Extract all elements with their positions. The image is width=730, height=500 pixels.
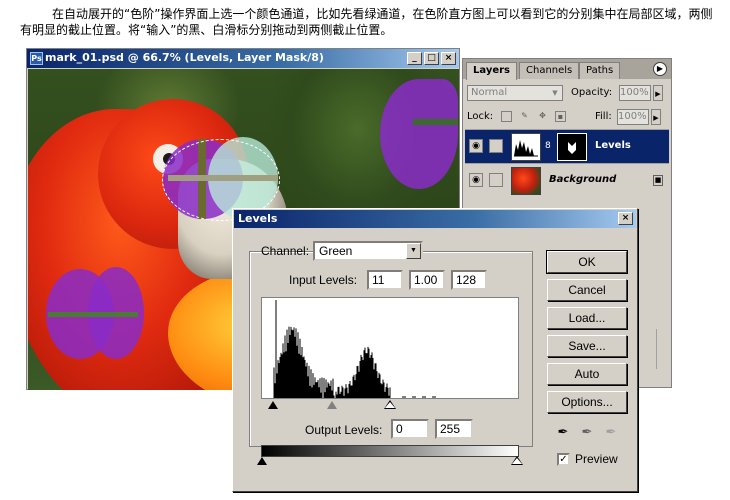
eye-icon[interactable]: ◉	[469, 139, 483, 153]
palette-scrollbar[interactable]	[656, 329, 670, 369]
lock-move-icon[interactable]: ✥	[537, 111, 548, 122]
background-thumbnail	[511, 167, 541, 195]
white-point-slider-fill	[385, 402, 395, 408]
channel-select[interactable]: Green ▼	[313, 241, 423, 261]
close-button[interactable]: ×	[441, 52, 456, 65]
adjustment-icon	[489, 139, 503, 153]
opacity-label: Opacity:	[571, 87, 613, 98]
chain-link-icon[interactable]: 8	[545, 141, 551, 151]
opacity-field[interactable]: 100%	[619, 85, 651, 101]
chevron-down-icon: ▼	[406, 243, 421, 259]
tab-layers[interactable]: Layers	[466, 62, 517, 80]
input-slider[interactable]	[261, 399, 519, 411]
layer-mask-thumbnail[interactable]	[557, 133, 587, 161]
channel-label: Channel:	[261, 244, 310, 258]
levels-dialog: Levels × Channel: Green ▼ Input Levels: …	[232, 208, 638, 492]
chevron-down-icon: ▼	[552, 89, 558, 97]
save-button[interactable]: Save...	[547, 335, 627, 357]
instruction-caption: 在自动展开的“色阶”操作界面上选一个颜色通道，比如先看绿通道，在色阶直方图上可以…	[20, 7, 713, 37]
output-levels-label: Output Levels:	[305, 423, 383, 437]
input-black-field[interactable]: 11	[367, 270, 403, 290]
lock-paint-icon[interactable]: ✎	[519, 111, 530, 122]
maximize-button[interactable]: □	[424, 52, 439, 65]
lock-icon: ■	[653, 175, 663, 186]
layer-row-background[interactable]: ◉ Background ■	[465, 163, 669, 197]
levels-thumbnail	[511, 133, 541, 161]
photoshop-doc-icon: Ps	[30, 52, 43, 65]
opacity-arrow-icon[interactable]: ▶	[653, 85, 663, 101]
gray-eyedropper-icon[interactable]: ✒	[579, 425, 595, 441]
ok-button[interactable]: OK	[546, 250, 628, 274]
document-title: mark_01.psd @ 66.7% (Levels, Layer Mask/…	[45, 51, 324, 64]
load-button[interactable]: Load...	[547, 307, 627, 329]
input-white-field[interactable]: 128	[451, 270, 487, 290]
channel-value: Green	[319, 244, 353, 258]
output-gradient	[261, 445, 519, 457]
tab-channels[interactable]: Channels	[519, 62, 580, 79]
input-gamma-field[interactable]: 1.00	[409, 270, 445, 290]
levels-titlebar[interactable]: Levels ×	[234, 210, 636, 228]
histogram-graph	[273, 300, 436, 398]
fill-field[interactable]: 100%	[617, 109, 649, 125]
mask-mark-right-top	[380, 79, 458, 189]
close-icon[interactable]: ×	[618, 212, 633, 225]
blend-mode-select[interactable]: Normal ▼	[467, 85, 563, 101]
histogram	[261, 297, 519, 399]
fill-label: Fill:	[595, 111, 612, 122]
input-levels-label: Input Levels:	[289, 273, 358, 287]
lock-label: Lock:	[467, 111, 494, 122]
auto-button[interactable]: Auto	[547, 363, 627, 385]
layer-name-levels: Levels	[595, 140, 631, 151]
link-box[interactable]	[489, 173, 503, 187]
mask-mark-right-divider	[413, 119, 458, 125]
lock-all-icon[interactable]: ▪	[555, 111, 566, 122]
tab-paths[interactable]: Paths	[579, 62, 621, 79]
preview-checkbox[interactable]: ✓	[557, 453, 570, 466]
white-eyedropper-icon[interactable]: ✒	[603, 425, 619, 441]
output-white-field[interactable]: 255	[435, 419, 473, 439]
options-button[interactable]: Options...	[547, 391, 627, 413]
palette-tabs: Layers Channels Paths ▶	[463, 59, 671, 80]
layer-row-levels[interactable]: ◉ 8 Levels	[465, 129, 669, 163]
levels-title: Levels	[238, 212, 278, 225]
minimize-button[interactable]: _	[407, 52, 422, 65]
document-titlebar[interactable]: Ps mark_01.psd @ 66.7% (Levels, Layer Ma…	[27, 49, 459, 68]
output-black-slider[interactable]	[257, 457, 267, 465]
output-black-field[interactable]: 0	[391, 419, 429, 439]
layer-name-background: Background	[549, 174, 617, 185]
output-white-slider-fill	[512, 458, 522, 464]
black-eyedropper-icon[interactable]: ✒	[555, 425, 571, 441]
blend-mode-value: Normal	[471, 87, 508, 98]
black-point-slider[interactable]	[268, 401, 278, 409]
fill-arrow-icon[interactable]: ▶	[651, 109, 661, 125]
eye-icon[interactable]: ◉	[469, 173, 483, 187]
lock-transparency-icon[interactable]	[501, 111, 512, 122]
palette-menu-icon[interactable]: ▶	[653, 62, 667, 76]
preview-label: Preview	[575, 452, 618, 466]
mask-mark-bottom-divider	[48, 312, 138, 317]
cancel-button[interactable]: Cancel	[547, 279, 627, 301]
gamma-slider[interactable]	[327, 401, 337, 409]
